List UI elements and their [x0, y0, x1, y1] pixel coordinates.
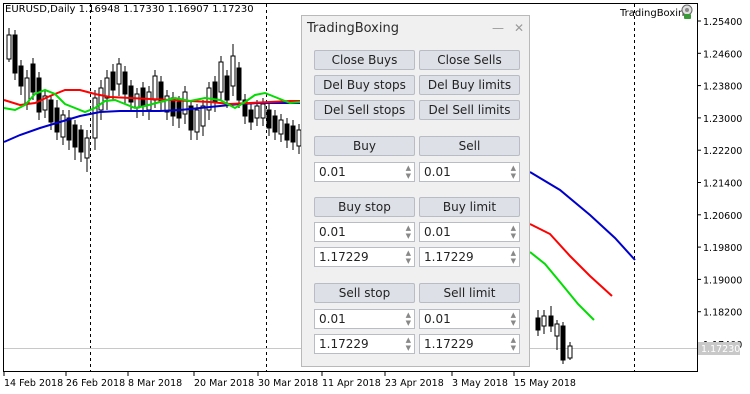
price-tick-label: 1.25400 [703, 17, 742, 28]
date-tick-label: 20 Mar 2018 [194, 378, 254, 389]
spin-arrows-icon[interactable]: ▲ ▼ [406, 336, 411, 352]
ma-blue-line-right [529, 171, 636, 261]
del-buy-limits-button[interactable]: Del Buy limits [419, 75, 520, 95]
spin-arrows-icon[interactable]: ▲ ▼ [406, 164, 411, 180]
expert-advisor-icon[interactable] [680, 4, 694, 20]
sell-limit-price-field[interactable]: 1.17229 ▲ ▼ [419, 334, 520, 354]
date-tick-label: 8 Mar 2018 [128, 378, 182, 389]
ma-red-line-right [529, 223, 613, 297]
buy-lot-field[interactable]: 0.01 ▲ ▼ [314, 162, 415, 182]
sell-stop-lot-value: 0.01 [319, 312, 346, 326]
buy-limit-lot-field[interactable]: 0.01 ▲ ▼ [419, 222, 520, 242]
current-price-label: 1.17230 [701, 344, 740, 355]
buy-stop-price-field[interactable]: 1.17229 ▲ ▼ [314, 247, 415, 267]
price-tick-label: 1.19800 [703, 243, 742, 254]
buy-button[interactable]: Buy [314, 136, 415, 156]
del-buy-stops-button[interactable]: Del Buy stops [314, 75, 415, 95]
sell-stop-price-field[interactable]: 1.17229 ▲ ▼ [314, 334, 415, 354]
date-tick-label: 3 May 2018 [452, 378, 508, 389]
price-tick-label: 1.18200 [703, 308, 742, 319]
sell-lot-field[interactable]: 0.01 ▲ ▼ [419, 162, 520, 182]
sell-limit-lot-field[interactable]: 0.01 ▲ ▼ [419, 309, 520, 329]
symbol-info: EURUSD,Daily 1.16948 1.17330 1.16907 1.1… [5, 4, 254, 15]
minimize-icon[interactable]: — [492, 22, 504, 34]
price-tick-label: 1.24600 [703, 49, 742, 60]
buy-limit-price-field[interactable]: 1.17229 ▲ ▼ [419, 247, 520, 267]
buy-lot-value: 0.01 [319, 165, 346, 179]
sell-limit-price-value: 1.17229 [424, 337, 474, 351]
price-tick-label: 1.23800 [703, 82, 742, 93]
price-tick-label: 1.22200 [703, 146, 742, 157]
buy-limit-lot-value: 0.01 [424, 225, 451, 239]
del-sell-stops-button[interactable]: Del Sell stops [314, 100, 415, 120]
spin-arrows-icon[interactable]: ▲ ▼ [511, 164, 516, 180]
spin-arrows-icon[interactable]: ▲ ▼ [406, 224, 411, 240]
buy-stop-button[interactable]: Buy stop [314, 197, 415, 217]
buy-stop-lot-field[interactable]: 0.01 ▲ ▼ [314, 222, 415, 242]
date-tick-label: 26 Feb 2018 [66, 378, 125, 389]
spin-arrows-icon[interactable]: ▲ ▼ [406, 249, 411, 265]
ma-green-line-right [529, 251, 595, 321]
price-tick-label: 1.20600 [703, 211, 742, 222]
buy-stop-price-value: 1.17229 [319, 250, 369, 264]
date-tick-label: 11 Apr 2018 [322, 378, 381, 389]
spin-arrows-icon[interactable]: ▲ ▼ [406, 311, 411, 327]
close-sells-button[interactable]: Close Sells [419, 50, 520, 70]
date-tick-label: 14 Feb 2018 [4, 378, 63, 389]
close-icon[interactable]: ✕ [514, 22, 524, 34]
date-tick-label: 23 Apr 2018 [385, 378, 444, 389]
sell-stop-button[interactable]: Sell stop [314, 283, 415, 303]
sell-button[interactable]: Sell [419, 136, 520, 156]
sell-limit-lot-value: 0.01 [424, 312, 451, 326]
price-tick-label: 1.21400 [703, 179, 742, 190]
price-tick-label: 1.19000 [703, 275, 742, 286]
candles-right [535, 306, 573, 364]
buy-stop-lot-value: 0.01 [319, 225, 346, 239]
sell-stop-lot-field[interactable]: 0.01 ▲ ▼ [314, 309, 415, 329]
close-buys-button[interactable]: Close Buys [314, 50, 415, 70]
spin-arrows-icon[interactable]: ▲ ▼ [511, 249, 516, 265]
price-tick-label: 1.23000 [703, 114, 742, 125]
spin-arrows-icon[interactable]: ▲ ▼ [511, 336, 516, 352]
buy-limit-button[interactable]: Buy limit [419, 197, 520, 217]
spin-arrows-icon[interactable]: ▲ ▼ [511, 224, 516, 240]
buy-limit-price-value: 1.17229 [424, 250, 474, 264]
sell-stop-price-value: 1.17229 [319, 337, 369, 351]
panel-title: TradingBoxing [307, 21, 399, 36]
del-sell-limits-button[interactable]: Del Sell limits [419, 100, 520, 120]
spin-arrows-icon[interactable]: ▲ ▼ [511, 311, 516, 327]
date-axis: 14 Feb 2018 26 Feb 2018 8 Mar 2018 20 Mar 2… [3, 371, 576, 389]
price-axis: 1.25400 1.24600 1.23800 1.23000 1.22200 1.214… [697, 17, 742, 351]
sell-limit-button[interactable]: Sell limit [419, 283, 520, 303]
date-tick-label: 30 Mar 2018 [258, 378, 318, 389]
trading-panel[interactable]: TradingBoxing — ✕ Close Buys Close Sells… [301, 15, 530, 367]
date-tick-label: 15 May 2018 [514, 378, 576, 389]
sell-lot-value: 0.01 [424, 165, 451, 179]
